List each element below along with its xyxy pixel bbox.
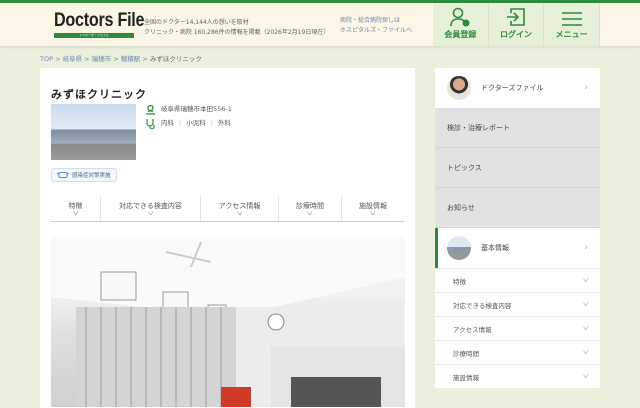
chevron-down-icon: v: [583, 325, 590, 332]
chevron-down-icon: v: [370, 209, 376, 217]
breadcrumb: TOP > 岐阜県 > 瑞穂市 > 穂積駅 > みずほクリニック: [40, 55, 202, 63]
menu-button[interactable]: メニュー: [544, 3, 601, 46]
sidebar-sub-features[interactable]: 特徴 v: [435, 268, 600, 292]
mask-icon: [57, 172, 69, 178]
sidebar: ドクターズファイル › 検診・治療レポート トピックス お知らせ 基本情報 › 特徴…: [435, 68, 600, 408]
tab-features[interactable]: 特徴 v: [51, 196, 101, 221]
tab-facility[interactable]: 施設情報 v: [342, 196, 404, 221]
clinic-exterior-photo: [51, 104, 136, 160]
sidebar-item-basic-info[interactable]: 基本情報 ›: [435, 228, 600, 268]
breadcrumb-city[interactable]: 瑞穂市: [92, 55, 112, 63]
location-icon: [146, 104, 155, 115]
chevron-right-icon: ›: [584, 243, 588, 253]
clinic-avatar: [447, 236, 471, 260]
stethoscope-icon: [146, 118, 155, 129]
clinic-card: みずほクリニック 岐阜県瑞穂市本田556-1 内科 | 小児科 | 外科 感染症対策…: [40, 68, 415, 408]
doctor-avatar: [447, 76, 471, 100]
sidebar-sub-hours[interactable]: 診療時間 v: [435, 340, 600, 364]
sidebar-item-news[interactable]: お知らせ: [435, 188, 600, 228]
site-description: 全国のドクター14,144人の想いを取材 クリニック・病院 160,286件の情…: [144, 19, 330, 36]
sidebar-sub-tests[interactable]: 対応できる検査内容 v: [435, 292, 600, 316]
register-button[interactable]: 会員登録: [433, 3, 489, 46]
sidebar-item-topics[interactable]: トピックス: [435, 148, 600, 188]
login-icon: [507, 8, 525, 26]
sidebar-item-report[interactable]: 検診・治療レポート: [435, 108, 600, 148]
chevron-down-icon: v: [583, 301, 590, 308]
login-button[interactable]: ログイン: [489, 3, 545, 46]
hospitals-file-link[interactable]: 病院・総合病院探しは ホスピタルズ・ファイルへ: [340, 16, 412, 36]
chevron-down-icon: v: [236, 209, 243, 217]
breadcrumb-prefecture[interactable]: 岐阜県: [63, 55, 83, 63]
chevron-down-icon: v: [583, 373, 590, 380]
chevron-down-icon: v: [583, 277, 590, 284]
menu-icon: [561, 12, 582, 26]
infection-control-badge: 感染症対策実施: [51, 168, 117, 182]
page-title: みずほクリニック: [51, 88, 147, 101]
user-plus-icon: [450, 7, 470, 27]
tab-hours[interactable]: 診療時間 v: [279, 196, 342, 221]
tab-tests[interactable]: 対応できる検査内容 v: [101, 196, 201, 221]
chevron-down-icon: v: [307, 209, 313, 217]
breadcrumb-station[interactable]: 穂積駅: [121, 55, 141, 63]
chevron-right-icon: ›: [584, 83, 588, 93]
sidebar-sub-facility[interactable]: 施設情報 v: [435, 364, 600, 388]
clinic-interior-photo: [51, 237, 405, 407]
clinic-address: 岐阜県瑞穂市本田556-1: [161, 105, 232, 113]
sidebar-sub-access[interactable]: アクセス情報 v: [435, 316, 600, 340]
breadcrumb-top[interactable]: TOP: [40, 55, 53, 63]
tab-access[interactable]: アクセス情報 v: [201, 196, 279, 221]
breadcrumb-current: みずほクリニック: [149, 55, 202, 63]
site-header: Doctors File ドクターズ・ファイル 全国のドクター14,144人の想…: [0, 3, 640, 46]
chevron-down-icon: v: [583, 349, 590, 356]
chevron-down-icon: v: [72, 209, 79, 217]
sidebar-item-doctors-file[interactable]: ドクターズファイル ›: [435, 68, 600, 108]
chevron-down-icon: v: [147, 209, 154, 217]
section-tabs: 特徴 v 対応できる検査内容 v アクセス情報 v 診療時間 v 施設情報 v: [51, 196, 404, 222]
